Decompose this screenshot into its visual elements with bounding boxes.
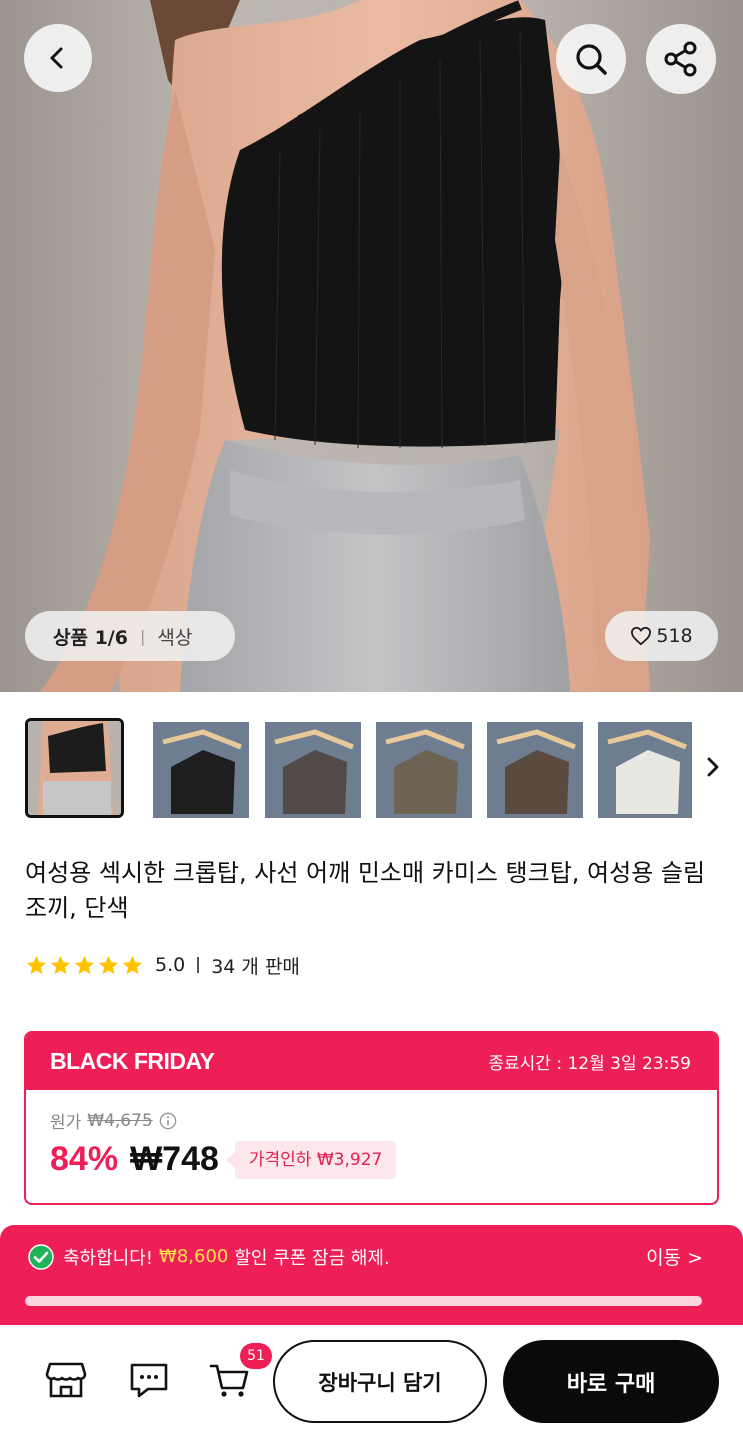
like-button[interactable]: 518 xyxy=(605,611,718,661)
buy-now-button[interactable]: 바로 구매 xyxy=(503,1340,719,1423)
price-row: 84% ₩748 가격인하 ₩3,927 xyxy=(50,1140,717,1179)
sale-price: ₩748 xyxy=(130,1140,219,1178)
share-icon xyxy=(664,41,697,77)
divider xyxy=(197,957,200,973)
cart-count-badge: 51 xyxy=(240,1343,272,1369)
like-count: 518 xyxy=(656,625,693,647)
star-icon xyxy=(98,955,119,974)
original-price: ₩4,675 xyxy=(87,1110,153,1131)
price-drop-badge: 가격인하 ₩3,927 xyxy=(225,1140,397,1179)
chevron-left-icon xyxy=(50,47,63,69)
deal-header: BLACK FRIDAY 종료시간 : 12월 3일 23:59 xyxy=(26,1033,717,1090)
thumbnail-1[interactable] xyxy=(25,718,124,818)
discount-percent: 84% xyxy=(50,1140,119,1178)
product-image-carousel[interactable]: 상품 1/6 | 색상 518 xyxy=(0,0,743,692)
color-tab[interactable]: 색상 xyxy=(157,623,192,650)
share-button[interactable] xyxy=(646,24,716,94)
rating-score: 5.0 xyxy=(155,954,186,976)
coupon-row: 축하합니다! ₩8,600 할인 쿠폰 잠금 해제. 이동 > xyxy=(28,1243,703,1270)
coupon-banner[interactable]: 축하합니다! ₩8,600 할인 쿠폰 잠금 해제. 이동 > xyxy=(0,1225,743,1325)
coupon-amount: ₩8,600 xyxy=(159,1246,229,1267)
search-button[interactable] xyxy=(556,24,626,94)
thumbnail-image xyxy=(265,722,361,818)
image-counter: 상품 1/6 xyxy=(53,626,128,649)
add-to-cart-button[interactable]: 장바구니 담기 xyxy=(273,1340,487,1423)
coupon-go-link[interactable]: 이동 > xyxy=(646,1243,703,1270)
thumbnail-next-button[interactable] xyxy=(701,752,725,782)
product-photo xyxy=(40,0,650,692)
store-icon xyxy=(45,1362,87,1398)
thumbnail-image xyxy=(28,721,121,815)
heart-icon xyxy=(631,626,652,646)
thumbnail-image xyxy=(487,722,583,818)
store-button[interactable] xyxy=(43,1357,89,1403)
deal-body: 원가 ₩4,675 84% ₩748 가격인하 ₩3,927 xyxy=(26,1090,717,1179)
coupon-prefix: 축하합니다! xyxy=(63,1247,154,1269)
thumbnail-6[interactable] xyxy=(598,722,692,818)
chevron-right-icon xyxy=(707,757,719,777)
rating-row[interactable]: 5.0 34 개 판매 xyxy=(25,952,300,978)
info-icon[interactable] xyxy=(159,1112,177,1130)
divider: | xyxy=(139,626,146,646)
original-price-row: 원가 ₩4,675 xyxy=(50,1108,717,1133)
star-icon xyxy=(50,955,71,974)
check-circle-icon xyxy=(28,1243,54,1270)
image-counter-pill[interactable]: 상품 1/6 | 색상 xyxy=(25,611,235,661)
thumbnail-3[interactable] xyxy=(265,722,361,818)
product-title: 여성용 섹시한 크롭탑, 사선 어깨 민소매 카미스 탱크탑, 여성용 슬림 조… xyxy=(25,859,706,922)
star-rating xyxy=(25,954,144,977)
bottom-action-bar: 51 장바구니 담기 바로 구매 xyxy=(0,1325,743,1443)
deal-end-time: 종료시간 : 12월 3일 23:59 xyxy=(488,1054,691,1074)
thumbnail-strip xyxy=(25,718,743,818)
coupon-suffix: 할인 쿠폰 잠금 해제. xyxy=(234,1247,390,1269)
thumbnail-2[interactable] xyxy=(153,722,249,818)
thumbnail-image xyxy=(153,722,249,818)
thumbnail-image xyxy=(598,722,692,818)
back-button[interactable] xyxy=(24,24,92,92)
star-icon xyxy=(26,955,47,974)
star-icon xyxy=(74,955,95,974)
star-icon xyxy=(122,955,143,974)
thumbnail-4[interactable] xyxy=(376,722,472,818)
chat-icon xyxy=(130,1363,168,1398)
original-price-label: 원가 xyxy=(50,1113,82,1133)
black-friday-deal-box: BLACK FRIDAY 종료시간 : 12월 3일 23:59 원가 ₩4,6… xyxy=(24,1031,719,1205)
search-icon xyxy=(576,44,607,75)
chat-button[interactable] xyxy=(126,1357,172,1403)
thumbnail-image xyxy=(376,722,472,818)
coupon-progress-bar xyxy=(25,1296,702,1306)
sold-count: 34 개 판매 xyxy=(211,955,300,978)
deal-label: BLACK FRIDAY xyxy=(50,1048,215,1074)
thumbnail-5[interactable] xyxy=(487,722,583,818)
